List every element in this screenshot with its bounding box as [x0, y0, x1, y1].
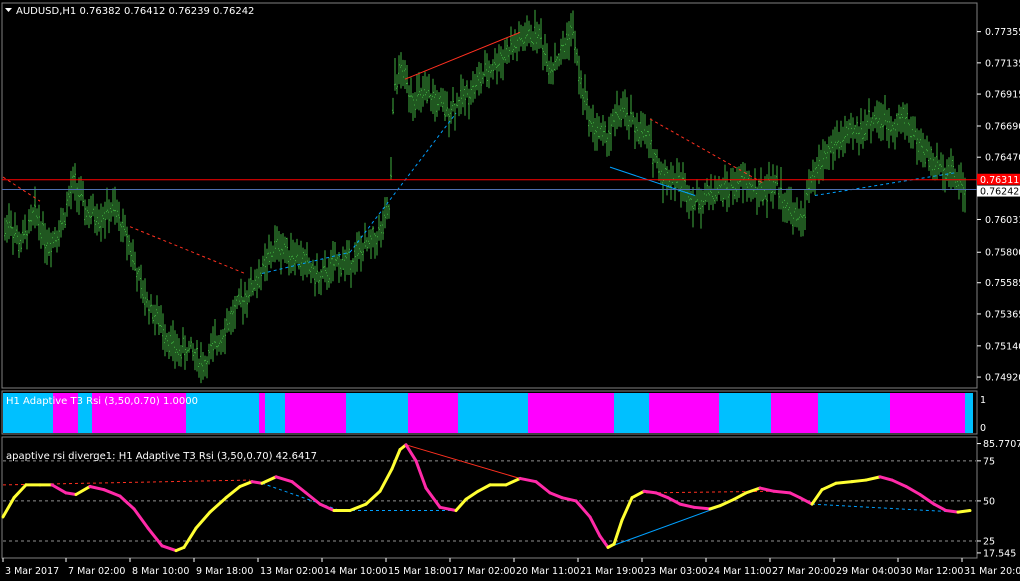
time-tick-label: 15 Mar 18:00: [388, 566, 451, 577]
rsi-segment: [956, 509, 972, 514]
chart-title: AUDUSD,H1 0.76382 0.76412 0.76239 0.7624…: [16, 6, 254, 17]
rsi-segment: [642, 489, 658, 495]
price-tick-label: 0.75140: [985, 341, 1020, 352]
price-tick-label: 0.77355: [985, 27, 1020, 38]
osc1-segment-up: [818, 393, 890, 433]
rsi-segment: [850, 478, 868, 484]
rsi-segment: [692, 505, 712, 511]
price-tick-label: 0.76031: [985, 215, 1020, 226]
price-tick-label: 0.74920: [985, 373, 1020, 384]
price-tick-label: 0.75585: [985, 278, 1020, 289]
osc1-segment-up: [719, 393, 771, 433]
chart: AUDUSD,H1 0.76382 0.76412 0.76239 0.7624…: [1, 2, 1020, 577]
osc1-segment-down: [649, 393, 719, 433]
time-tick-label: 8 Mar 10:00: [132, 566, 189, 577]
osc2-tick-label: 50: [983, 496, 995, 507]
osc1-tick-0: 0: [980, 423, 986, 434]
rsi-segment: [944, 509, 960, 514]
price-tick-label: 0.76915: [985, 90, 1020, 101]
time-tick-label: 9 Mar 18:00: [196, 566, 253, 577]
rsi-segment: [772, 489, 792, 495]
osc2-tick-label: 17.545: [983, 548, 1016, 559]
price-tick-label: 0.76470: [985, 153, 1020, 164]
osc1-segment-down: [528, 393, 614, 433]
time-tick-label: 23 Mar 03:00: [644, 566, 707, 577]
osc1-label: H1 Adaptive T3 Rsi (3,50,0.70) 1.0000: [6, 396, 198, 407]
chart-header: AUDUSD,H1 0.76382 0.76412 0.76239 0.7624…: [5, 6, 254, 17]
time-tick-label: 14 Mar 10:00: [324, 566, 387, 577]
price-tick-label: 0.75365: [985, 309, 1020, 320]
time-tick-label: 24 Mar 11:00: [708, 566, 771, 577]
osc1-segment-down: [259, 393, 265, 433]
osc2-label: apaptive rsi diverge1: H1 Adaptive T3 Rs…: [6, 451, 317, 462]
rsi-segment: [64, 491, 78, 496]
time-tick-label: 3 Mar 2017: [5, 566, 59, 577]
osc2-tick-label: 75: [983, 456, 995, 467]
time-tick-label: 20 Mar 11:00: [516, 566, 579, 577]
rsi-segment: [250, 480, 264, 485]
osc1-segment-up: [614, 393, 649, 433]
time-tick-label: 7 Mar 02:00: [68, 566, 125, 577]
osc1-segment-up: [965, 393, 973, 433]
osc2-tick-label: 25: [983, 536, 995, 547]
price-tick-label: 0.77135: [985, 58, 1020, 69]
osc1-segment-down: [890, 393, 965, 433]
time-tick-label: 13 Mar 02:00: [260, 566, 323, 577]
osc1-segment-up: [458, 393, 528, 433]
time-tick-label: 31 Mar 20:00: [964, 566, 1020, 577]
price-label-box: 0.76242: [977, 185, 1020, 198]
osc1-segment-up: [265, 393, 285, 433]
price-tick-label: 0.76690: [985, 121, 1020, 132]
price-line-label: 0.76242: [980, 187, 1019, 198]
red-line-label-box: 0.76311: [977, 173, 1020, 186]
time-tick-label: 21 Mar 19:00: [580, 566, 643, 577]
osc1-segment-down: [771, 393, 818, 433]
osc2-axis: 85.7707 75 50 2517.545: [977, 439, 1020, 559]
osc1-segment-up: [346, 393, 408, 433]
time-tick-label: 30 Mar 12:00: [900, 566, 963, 577]
red-line-label: 0.76311: [980, 175, 1019, 186]
rsi-segment: [834, 480, 854, 485]
osc1-tick-1: 1: [980, 395, 986, 406]
time-tick-label: 17 Mar 02:00: [452, 566, 515, 577]
price-axis: 0.77355 0.77135 0.76915 0.76690 0.76470 0.760…: [977, 27, 1020, 384]
time-tick-label: 27 Mar 20:00: [772, 566, 835, 577]
osc2-tick-label: 85.7707: [983, 439, 1020, 450]
price-tick-label: 0.75800: [985, 248, 1020, 259]
time-tick-label: 29 Mar 04:00: [836, 566, 899, 577]
time-axis: 3 Mar 2017 7 Mar 02:00 8 Mar 10:00 9 Mar 18…: [2, 558, 1020, 577]
osc1-segment-down: [408, 393, 458, 433]
osc1-segment-down: [285, 393, 346, 433]
